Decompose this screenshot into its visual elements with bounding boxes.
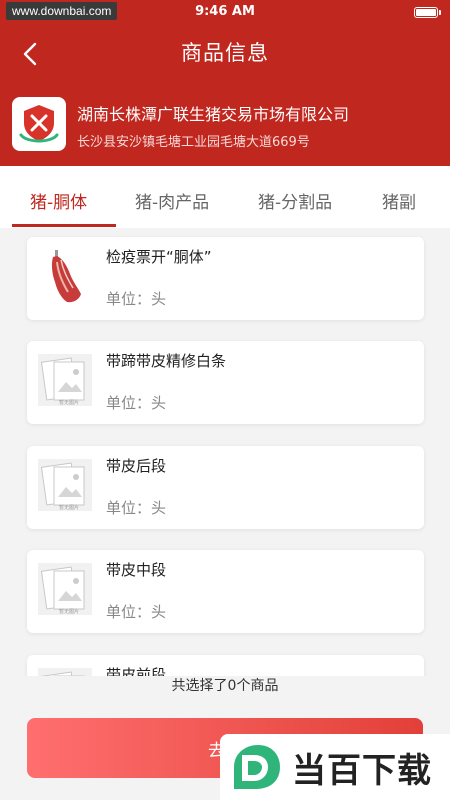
status-time: 9:46 AM xyxy=(195,4,255,19)
header: www.downbai.com 9:46 AM 商品信息 湖南长株潭广联生猪交易… xyxy=(0,0,450,166)
active-tab-indicator xyxy=(12,224,116,227)
pork-carcass-icon xyxy=(51,249,81,302)
product-unit: 单位：头 xyxy=(106,603,167,621)
image-placeholder-icon: 暂无图片 xyxy=(38,562,92,615)
status-bar: www.downbai.com 9:46 AM xyxy=(0,0,450,24)
product-title: 带蹄带皮精修白条 xyxy=(106,352,227,370)
product-title: 检疫票开“胴体” xyxy=(106,248,212,266)
brand-text: 当百下载 xyxy=(292,751,432,790)
placeholder-caption: 暂无图片 xyxy=(59,399,79,406)
company-name: 湖南长株潭广联生猪交易市场有限公司 xyxy=(77,105,350,124)
image-placeholder-icon: 暂无图片 xyxy=(38,458,92,511)
product-image: 暂无图片 xyxy=(35,456,95,513)
company-address: 长沙县安沙镇毛塘工业园毛塘大道669号 xyxy=(77,135,310,150)
product-image: 暂无图片 xyxy=(35,351,95,408)
tab-pig-byproducts[interactable]: 猪副 xyxy=(382,188,416,213)
product-card[interactable]: 带皮前段 xyxy=(27,655,424,676)
product-card[interactable]: 暂无图片 带皮中段 单位：头 xyxy=(27,550,424,633)
page-title: 商品信息 xyxy=(181,41,269,65)
brand-watermark: 当百下载 xyxy=(220,734,450,800)
product-image xyxy=(35,247,95,304)
tab-pig-cut-products[interactable]: 猪-分割品 xyxy=(258,188,332,213)
company-logo xyxy=(12,97,66,151)
selection-summary: 共选择了0个商品 xyxy=(171,678,279,694)
tab-pig-meat-products[interactable]: 猪-肉产品 xyxy=(135,188,209,213)
tab-pig-carcass[interactable]: 猪-胴体 xyxy=(30,188,87,213)
product-unit: 单位：头 xyxy=(106,394,167,412)
placeholder-caption: 暂无图片 xyxy=(59,608,79,615)
product-card[interactable]: 暂无图片 带蹄带皮精修白条 单位：头 xyxy=(27,341,424,424)
product-image: 暂无图片 xyxy=(35,560,95,617)
product-card[interactable]: 检疫票开“胴体” 单位：头 xyxy=(27,237,424,320)
product-list[interactable]: 检疫票开“胴体” 单位：头 暂无图片 带蹄带皮精修白条 单位：头 暂无图片 带皮… xyxy=(0,228,450,676)
product-title: 带皮后段 xyxy=(106,457,167,475)
product-card[interactable]: 暂无图片 带皮后段 单位：头 xyxy=(27,446,424,529)
product-unit: 单位：头 xyxy=(106,290,167,308)
image-placeholder-icon: 暂无图片 xyxy=(38,353,92,406)
category-tabs: 猪-胴体 猪-肉产品 猪-分割品 猪副 xyxy=(0,166,450,228)
product-unit: 单位：头 xyxy=(106,499,167,517)
shield-logo-icon xyxy=(19,105,59,143)
product-title: 带皮中段 xyxy=(106,561,167,579)
placeholder-caption: 暂无图片 xyxy=(59,504,79,511)
brand-logo-icon xyxy=(234,745,280,789)
battery-icon xyxy=(414,7,441,18)
